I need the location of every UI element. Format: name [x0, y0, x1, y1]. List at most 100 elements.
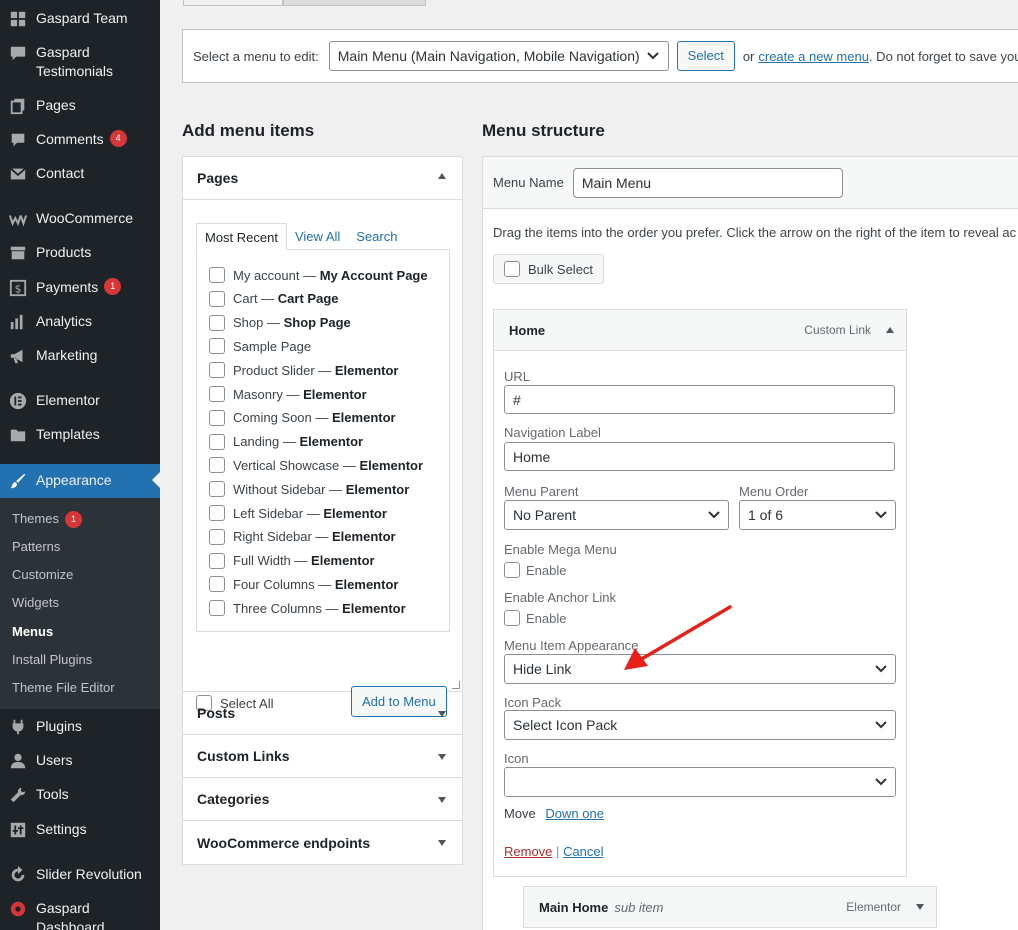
- collapse-arrow-icon[interactable]: [886, 327, 894, 333]
- menu-item-handle[interactable]: Home Custom Link: [494, 310, 906, 351]
- submenu-item-customize[interactable]: Customize: [12, 567, 73, 583]
- move-down-one-link[interactable]: Down one: [545, 806, 604, 821]
- mega-menu-enable-row[interactable]: Enable: [504, 562, 566, 578]
- page-checkbox[interactable]: [209, 457, 225, 474]
- submenu-item-theme-file-editor[interactable]: Theme File Editor: [12, 680, 115, 696]
- page-list-item[interactable]: Coming Soon — Elementor: [209, 409, 396, 426]
- nav-tab-manage-locations[interactable]: [283, 0, 426, 6]
- page-list-item[interactable]: Sample Page: [209, 338, 311, 355]
- posts-accordion-header[interactable]: Posts: [183, 692, 462, 735]
- page-checkbox[interactable]: [209, 552, 225, 569]
- chevron-down-icon: [646, 52, 659, 60]
- sidebar-item-gaspard-team[interactable]: Gaspard Team: [0, 9, 160, 28]
- submenu-item-patterns[interactable]: Patterns: [12, 539, 60, 555]
- menu-select-dropdown[interactable]: Main Menu (Main Navigation, Mobile Navig…: [328, 41, 669, 71]
- page-checkbox[interactable]: [209, 386, 225, 402]
- page-list-item[interactable]: Vertical Showcase — Elementor: [209, 457, 423, 474]
- page-checkbox[interactable]: [209, 362, 225, 379]
- page-checkbox[interactable]: [209, 290, 225, 307]
- page-checkbox[interactable]: [209, 433, 225, 450]
- page-list-item[interactable]: Without Sidebar — Elementor: [209, 481, 410, 498]
- page-checkbox[interactable]: [209, 409, 225, 426]
- sidebar-item-pages[interactable]: Pages: [0, 96, 160, 115]
- page-checkbox[interactable]: [209, 314, 225, 331]
- cancel-link[interactable]: Cancel: [563, 844, 603, 859]
- icon-pack-label: Icon Pack: [504, 695, 562, 710]
- sidebar-item-plugins[interactable]: Plugins: [0, 717, 160, 736]
- sidebar-item-comments[interactable]: Comments 4: [0, 130, 160, 149]
- sidebar-item-gaspard-dashboard[interactable]: Gaspard Dashboard: [0, 899, 160, 930]
- comment-icon: [0, 130, 36, 149]
- create-new-menu-link[interactable]: create a new menu: [758, 49, 869, 64]
- icon-select[interactable]: [504, 767, 896, 797]
- tab-view-all[interactable]: View All: [287, 223, 348, 250]
- tab-search[interactable]: Search: [348, 223, 405, 250]
- sidebar-item-products[interactable]: Products: [0, 243, 160, 262]
- url-label: URL: [504, 369, 531, 384]
- nav-tab-edit-menus[interactable]: [183, 0, 283, 6]
- sidebar-item-settings[interactable]: Settings: [0, 820, 160, 839]
- select-menu-button[interactable]: Select: [676, 41, 735, 71]
- sidebar-item-woocommerce[interactable]: WooCommerce: [0, 209, 160, 228]
- page-list-item[interactable]: Left Sidebar — Elementor: [209, 505, 387, 521]
- menu-parent-select[interactable]: No Parent: [504, 500, 729, 530]
- woocommerce-endpoints-accordion-header[interactable]: WooCommerce endpoints: [183, 821, 462, 864]
- menu-order-select[interactable]: 1 of 6: [739, 500, 896, 530]
- page-checkbox[interactable]: [209, 338, 225, 355]
- anchor-link-enable-row[interactable]: Enable: [504, 610, 566, 626]
- menu-structure-heading: Menu structure: [482, 121, 605, 140]
- sidebar-item-users[interactable]: Users: [0, 751, 160, 770]
- sidebar-item-payments[interactable]: $ Payments 1: [0, 278, 160, 297]
- tab-most-recent[interactable]: Most Recent: [196, 223, 287, 250]
- sidebar-item-elementor[interactable]: Elementor: [0, 391, 160, 410]
- submenu-item-install-plugins[interactable]: Install Plugins: [12, 652, 92, 668]
- page-checkbox[interactable]: [209, 481, 225, 498]
- menu-name-input[interactable]: Main Menu: [572, 167, 843, 198]
- bulk-select-button[interactable]: Bulk Select: [493, 254, 605, 284]
- page-list-item[interactable]: Three Columns — Elementor: [209, 600, 406, 617]
- sidebar-item-analytics[interactable]: Analytics: [0, 312, 160, 331]
- mega-menu-checkbox[interactable]: [504, 562, 520, 578]
- resize-handle[interactable]: [452, 681, 460, 689]
- anchor-link-checkbox[interactable]: [504, 610, 520, 626]
- submenu-item-widgets[interactable]: Widgets: [12, 595, 59, 611]
- page-checkbox[interactable]: [209, 600, 225, 617]
- sidebar-item-templates[interactable]: Templates: [0, 425, 160, 444]
- sidebar-item-tools[interactable]: Tools: [0, 785, 160, 804]
- page-checkbox[interactable]: [209, 505, 225, 521]
- page-list-item[interactable]: Masonry — Elementor: [209, 386, 367, 402]
- woo-icon: [0, 209, 36, 228]
- sidebar-item-slider-revolution[interactable]: Slider Revolution: [0, 865, 160, 884]
- themes-count-badge: 1: [64, 511, 82, 528]
- sidebar-item-contact[interactable]: Contact: [0, 164, 160, 183]
- page-list-item[interactable]: Four Columns — Elementor: [209, 576, 398, 593]
- navigation-label-input[interactable]: Home: [504, 442, 895, 471]
- page-checkbox[interactable]: [209, 267, 225, 283]
- remove-link[interactable]: Remove: [504, 844, 552, 859]
- page-checkbox[interactable]: [209, 528, 225, 545]
- menu-item-appearance-select[interactable]: Hide Link: [504, 654, 896, 684]
- submenu-item-themes[interactable]: Themes 1: [12, 511, 82, 528]
- page-state-tag: Elementor: [345, 481, 410, 497]
- categories-accordion-header[interactable]: Categories: [183, 778, 462, 821]
- sidebar-item-gaspard-testimonials[interactable]: Gaspard Testimonials: [0, 43, 160, 81]
- expand-arrow-icon[interactable]: [916, 904, 924, 910]
- menu-item-main-home[interactable]: Main Home sub item Elementor: [523, 886, 937, 928]
- url-input[interactable]: #: [504, 385, 895, 414]
- page-list-item[interactable]: Shop — Shop Page: [209, 314, 351, 331]
- sidebar-item-appearance[interactable]: Appearance: [0, 464, 160, 498]
- page-list-item[interactable]: My account — My Account Page: [209, 267, 428, 283]
- submenu-item-menus[interactable]: Menus: [12, 624, 53, 640]
- sidebar-item-marketing[interactable]: Marketing: [0, 346, 160, 365]
- page-list-item[interactable]: Right Sidebar — Elementor: [209, 528, 396, 545]
- icon-pack-select[interactable]: Select Icon Pack: [504, 710, 896, 740]
- pages-accordion-header[interactable]: Pages: [183, 157, 462, 200]
- bulk-select-checkbox[interactable]: [504, 261, 520, 277]
- sidebar-item-label: Templates: [36, 426, 100, 442]
- page-checkbox[interactable]: [209, 576, 225, 593]
- page-list-item[interactable]: Cart — Cart Page: [209, 290, 339, 307]
- page-list-item[interactable]: Product Slider — Elementor: [209, 362, 398, 379]
- custom-links-accordion-header[interactable]: Custom Links: [183, 735, 462, 778]
- page-list-item[interactable]: Full Width — Elementor: [209, 552, 375, 569]
- page-list-item[interactable]: Landing — Elementor: [209, 433, 363, 450]
